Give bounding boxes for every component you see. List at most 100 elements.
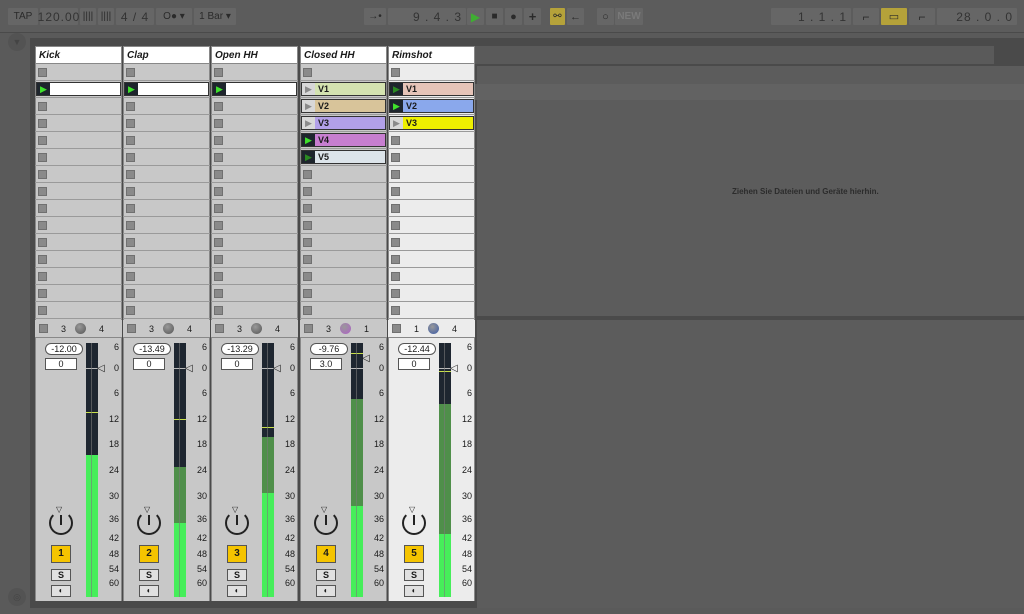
- clip-slot[interactable]: [388, 183, 475, 200]
- clip-play-icon[interactable]: ▶: [390, 100, 403, 112]
- dial-icon[interactable]: [340, 323, 352, 334]
- clip-slot[interactable]: ▶ V3: [388, 115, 475, 132]
- track-stop-button[interactable]: [127, 324, 136, 333]
- clip[interactable]: ▶: [124, 82, 209, 96]
- clip-stop-button[interactable]: [391, 305, 400, 315]
- clip-slot[interactable]: [123, 115, 210, 132]
- clip-slot[interactable]: [211, 200, 298, 217]
- clip-slot[interactable]: [300, 217, 387, 234]
- clip-stop-button[interactable]: [126, 288, 135, 298]
- punch-out-button[interactable]: ⌐: [909, 8, 935, 25]
- clip-slot[interactable]: [123, 98, 210, 115]
- clip[interactable]: ▶ V5: [301, 150, 386, 164]
- track-activator-button[interactable]: 3: [227, 545, 247, 563]
- clip-stop-button[interactable]: [126, 152, 135, 162]
- stop-button[interactable]: ■: [486, 8, 503, 25]
- clip-stop-button[interactable]: [38, 271, 47, 281]
- pan-field[interactable]: 0: [221, 358, 253, 370]
- clip-play-icon[interactable]: ▶: [390, 83, 403, 95]
- clip-stop-button[interactable]: [126, 169, 135, 179]
- clip-slot[interactable]: [388, 166, 475, 183]
- record-button[interactable]: ●: [505, 8, 522, 25]
- clip-stop-button[interactable]: [214, 186, 223, 196]
- tap-tempo-button[interactable]: TAP: [8, 8, 38, 25]
- volume-fader-handle[interactable]: ◁: [362, 353, 370, 364]
- clip-stop-button[interactable]: [214, 101, 223, 111]
- clip-stop-button[interactable]: [391, 135, 400, 145]
- clip[interactable]: ▶ V1: [301, 82, 386, 96]
- clip[interactable]: ▶ V2: [389, 99, 474, 113]
- track-activator-button[interactable]: 2: [139, 545, 159, 563]
- clip-slot[interactable]: [300, 183, 387, 200]
- metronome-button[interactable]: O● ▾: [156, 8, 192, 25]
- clip-slot[interactable]: ▶ V4: [300, 132, 387, 149]
- clip-slot[interactable]: [123, 285, 210, 302]
- volume-field[interactable]: -12.44: [398, 343, 436, 355]
- clip-stop-button[interactable]: [303, 169, 312, 179]
- clip-slot[interactable]: [35, 302, 122, 319]
- clip-slot[interactable]: ▶: [211, 81, 298, 98]
- clip-stop-button[interactable]: [126, 67, 135, 77]
- clip-slot[interactable]: [123, 200, 210, 217]
- loop-button[interactable]: ▭: [881, 8, 907, 25]
- track-title[interactable]: Rimshot: [388, 46, 475, 64]
- clip-stop-button[interactable]: [303, 237, 312, 247]
- clip-stop-button[interactable]: [38, 152, 47, 162]
- clip-stop-button[interactable]: [303, 305, 312, 315]
- clip-slot[interactable]: [123, 64, 210, 81]
- clip-slot[interactable]: [211, 285, 298, 302]
- volume-field[interactable]: -13.29: [221, 343, 259, 355]
- clip-stop-button[interactable]: [214, 118, 223, 128]
- clip-stop-button[interactable]: [391, 288, 400, 298]
- song-position-field[interactable]: 9 . 4 . 3: [388, 8, 466, 25]
- loop-start-field[interactable]: 1 . 1 . 1: [771, 8, 851, 25]
- clip-stop-button[interactable]: [214, 67, 223, 77]
- clip-stop-button[interactable]: [214, 152, 223, 162]
- clip-slot[interactable]: [388, 217, 475, 234]
- punch-in-button[interactable]: ⌐: [853, 8, 879, 25]
- clip-slot[interactable]: [211, 132, 298, 149]
- clip[interactable]: ▶: [212, 82, 297, 96]
- clip-slot[interactable]: [35, 64, 122, 81]
- time-signature-field[interactable]: 4 / 4: [116, 8, 154, 25]
- clip-slot[interactable]: [35, 166, 122, 183]
- volume-fader-handle[interactable]: ◁: [273, 363, 281, 374]
- clip-slot[interactable]: [35, 149, 122, 166]
- clip-slot[interactable]: [123, 183, 210, 200]
- clip-slot[interactable]: [388, 302, 475, 319]
- clip-stop-button[interactable]: [38, 254, 47, 264]
- clip-stop-button[interactable]: [391, 169, 400, 179]
- clip-slot[interactable]: [123, 217, 210, 234]
- clip-slot[interactable]: [123, 149, 210, 166]
- clip-stop-button[interactable]: [214, 237, 223, 247]
- clip-slot[interactable]: [300, 200, 387, 217]
- solo-button[interactable]: S: [51, 569, 71, 581]
- track-title[interactable]: Open HH: [211, 46, 298, 64]
- clip[interactable]: ▶ V3: [301, 116, 386, 130]
- clip-play-icon[interactable]: ▶: [302, 100, 315, 112]
- clip-slot[interactable]: [35, 98, 122, 115]
- clip-slot[interactable]: [211, 234, 298, 251]
- clip-stop-button[interactable]: [214, 254, 223, 264]
- clip-stop-button[interactable]: [38, 186, 47, 196]
- clip-stop-button[interactable]: [38, 237, 47, 247]
- clip-slot[interactable]: [35, 115, 122, 132]
- clip-stop-button[interactable]: [303, 271, 312, 281]
- clip-stop-button[interactable]: [391, 254, 400, 264]
- arm-button[interactable]: ◐: [316, 585, 336, 597]
- clip-stop-button[interactable]: [391, 271, 400, 281]
- clip-play-icon[interactable]: ▶: [302, 151, 315, 163]
- clip-stop-button[interactable]: [214, 271, 223, 281]
- clip-stop-button[interactable]: [391, 237, 400, 247]
- nudge-up-button[interactable]: ||||: [98, 8, 114, 25]
- clip-slot[interactable]: ▶ V2: [300, 98, 387, 115]
- volume-fader-handle[interactable]: ◁: [450, 363, 458, 374]
- clip-slot[interactable]: [211, 183, 298, 200]
- clip[interactable]: ▶: [36, 82, 121, 96]
- volume-field[interactable]: -12.00: [45, 343, 83, 355]
- clip-slot[interactable]: ▶: [35, 81, 122, 98]
- clip-slot[interactable]: [211, 149, 298, 166]
- clip-stop-button[interactable]: [391, 67, 400, 77]
- track-stop-button[interactable]: [392, 324, 401, 333]
- clip-slot[interactable]: [123, 302, 210, 319]
